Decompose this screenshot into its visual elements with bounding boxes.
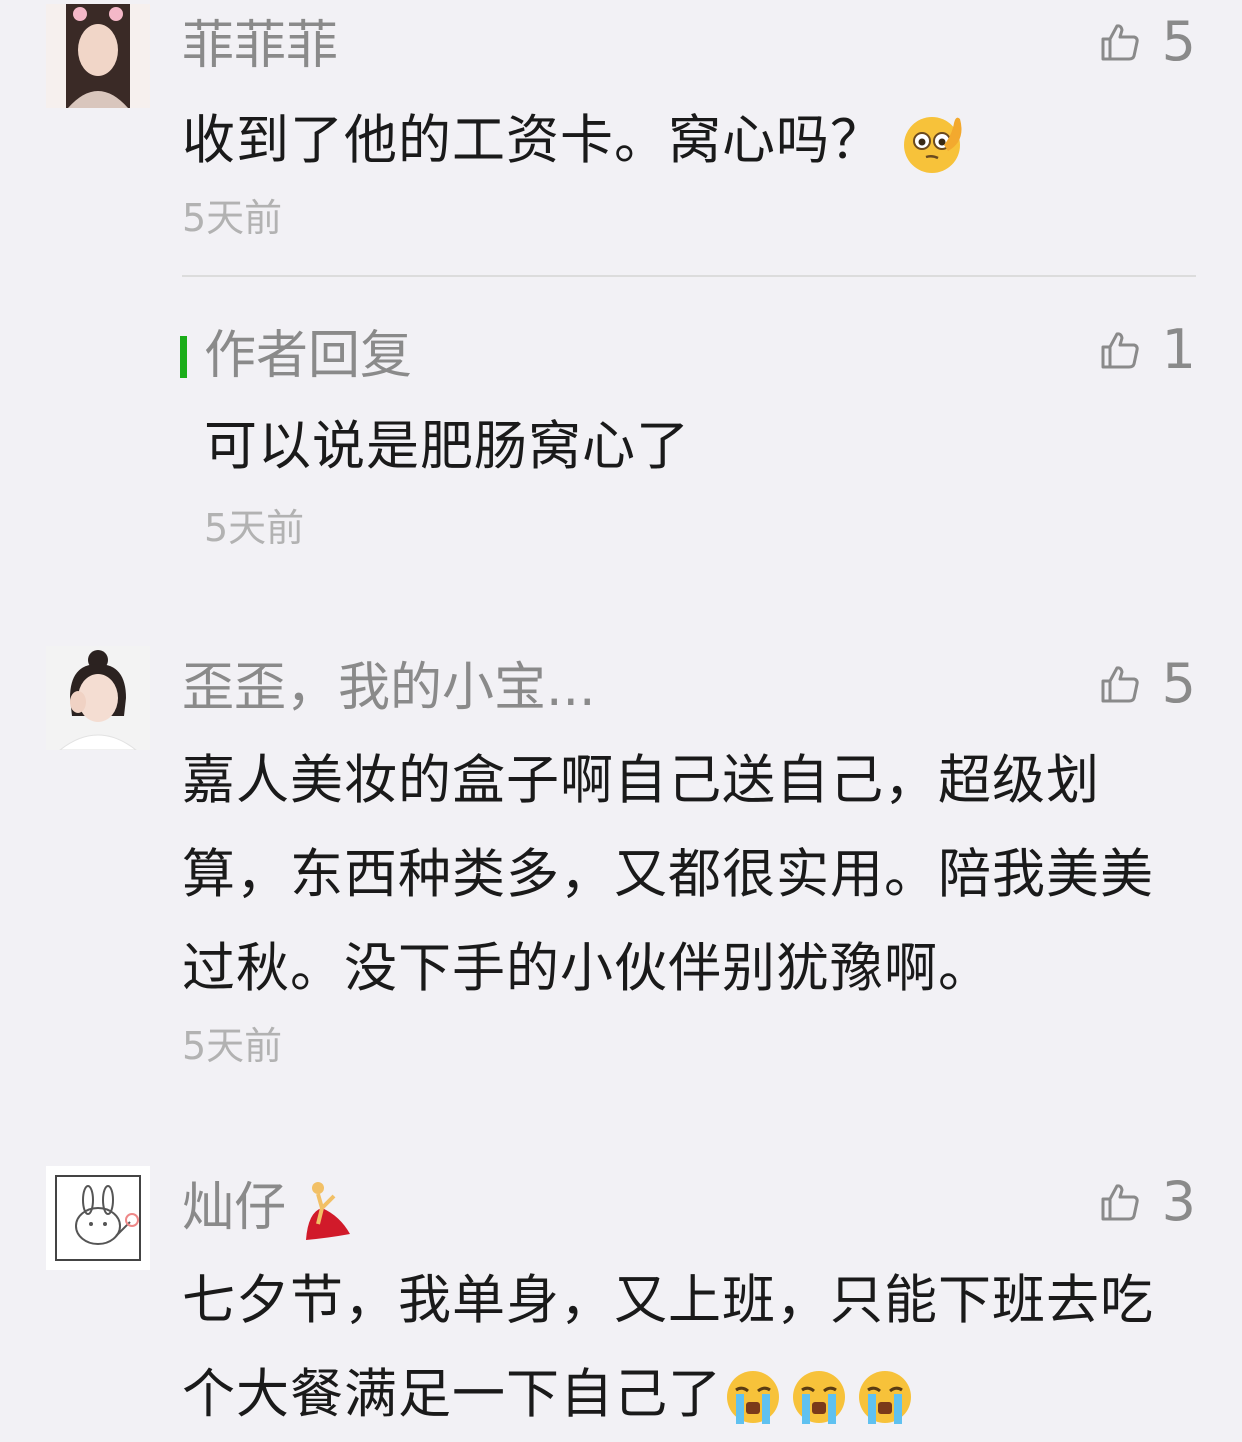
reply-accent-bar xyxy=(180,336,187,378)
like-count: 1 xyxy=(1161,318,1196,381)
reply-label: 作者回复 xyxy=(204,326,413,386)
thumbs-up-icon xyxy=(1100,1182,1140,1222)
comment-text: 收到了他的工资卡。窝心吗？ xyxy=(182,94,1172,188)
comment-text: 七夕节，我单身，又上班，只能下班去吃个大餐满足一下自己了 xyxy=(182,1254,1157,1442)
comment-time: 5天前 xyxy=(182,1024,283,1068)
avatar[interactable] xyxy=(46,646,150,750)
like-count: 5 xyxy=(1161,10,1196,73)
like-button[interactable]: 5 xyxy=(1100,12,1196,72)
like-button[interactable]: 5 xyxy=(1100,654,1196,714)
crying-face-emoji xyxy=(788,1366,850,1428)
like-count: 3 xyxy=(1161,1170,1196,1233)
comment-time: 5天前 xyxy=(182,196,283,240)
dancer-emoji xyxy=(288,1178,354,1244)
like-button[interactable]: 3 xyxy=(1100,1172,1196,1232)
reply-like-button[interactable]: 1 xyxy=(1100,320,1196,380)
like-count: 5 xyxy=(1161,652,1196,715)
thinking-face-emoji xyxy=(900,111,968,175)
avatar[interactable] xyxy=(46,1166,150,1270)
thumbs-up-icon xyxy=(1100,22,1140,62)
avatar[interactable] xyxy=(46,4,150,108)
nickname: 歪歪，我的小宝... xyxy=(182,658,596,718)
nickname: 菲菲菲 xyxy=(182,16,339,76)
divider xyxy=(182,275,1196,277)
crying-face-emoji xyxy=(722,1366,784,1428)
reply-text: 可以说是肥肠窝心了 xyxy=(204,416,690,477)
thumbs-up-icon xyxy=(1100,330,1140,370)
comment-text: 嘉人美妆的盒子啊自己送自己，超级划算，东西种类多，又都很实用。陪我美美过秋。没下… xyxy=(182,750,1154,999)
reply-time: 5天前 xyxy=(204,506,305,550)
crying-face-emoji xyxy=(854,1366,916,1428)
thumbs-up-icon xyxy=(1100,664,1140,704)
nickname: 灿仔 xyxy=(182,1178,354,1244)
